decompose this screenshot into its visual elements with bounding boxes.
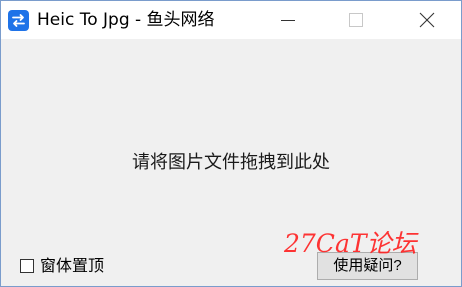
- topmost-label[interactable]: 窗体置顶: [40, 255, 104, 277]
- close-button[interactable]: [402, 1, 448, 39]
- drop-zone[interactable]: 请将图片文件拖拽到此处 窗体置顶 使用疑问? 27CaT论坛: [1, 39, 461, 286]
- help-button[interactable]: 使用疑问?: [317, 252, 418, 280]
- topmost-checkbox[interactable]: [20, 259, 34, 273]
- minimize-button[interactable]: [265, 1, 311, 39]
- maximize-button[interactable]: [332, 1, 378, 39]
- drop-hint-text: 请将图片文件拖拽到此处: [132, 152, 330, 173]
- topmost-checkbox-group[interactable]: 窗体置顶: [20, 255, 104, 277]
- maximize-icon: [349, 13, 363, 27]
- app-window: Heic To Jpg - 鱼头网络 请将图片文件拖拽到此处 窗体置顶 使用疑问…: [0, 0, 462, 287]
- close-icon: [419, 12, 435, 28]
- swap-arrows-icon: [8, 10, 29, 31]
- window-title: Heic To Jpg - 鱼头网络: [37, 10, 215, 30]
- title-bar[interactable]: Heic To Jpg - 鱼头网络: [1, 1, 461, 39]
- minimize-icon: [281, 20, 295, 21]
